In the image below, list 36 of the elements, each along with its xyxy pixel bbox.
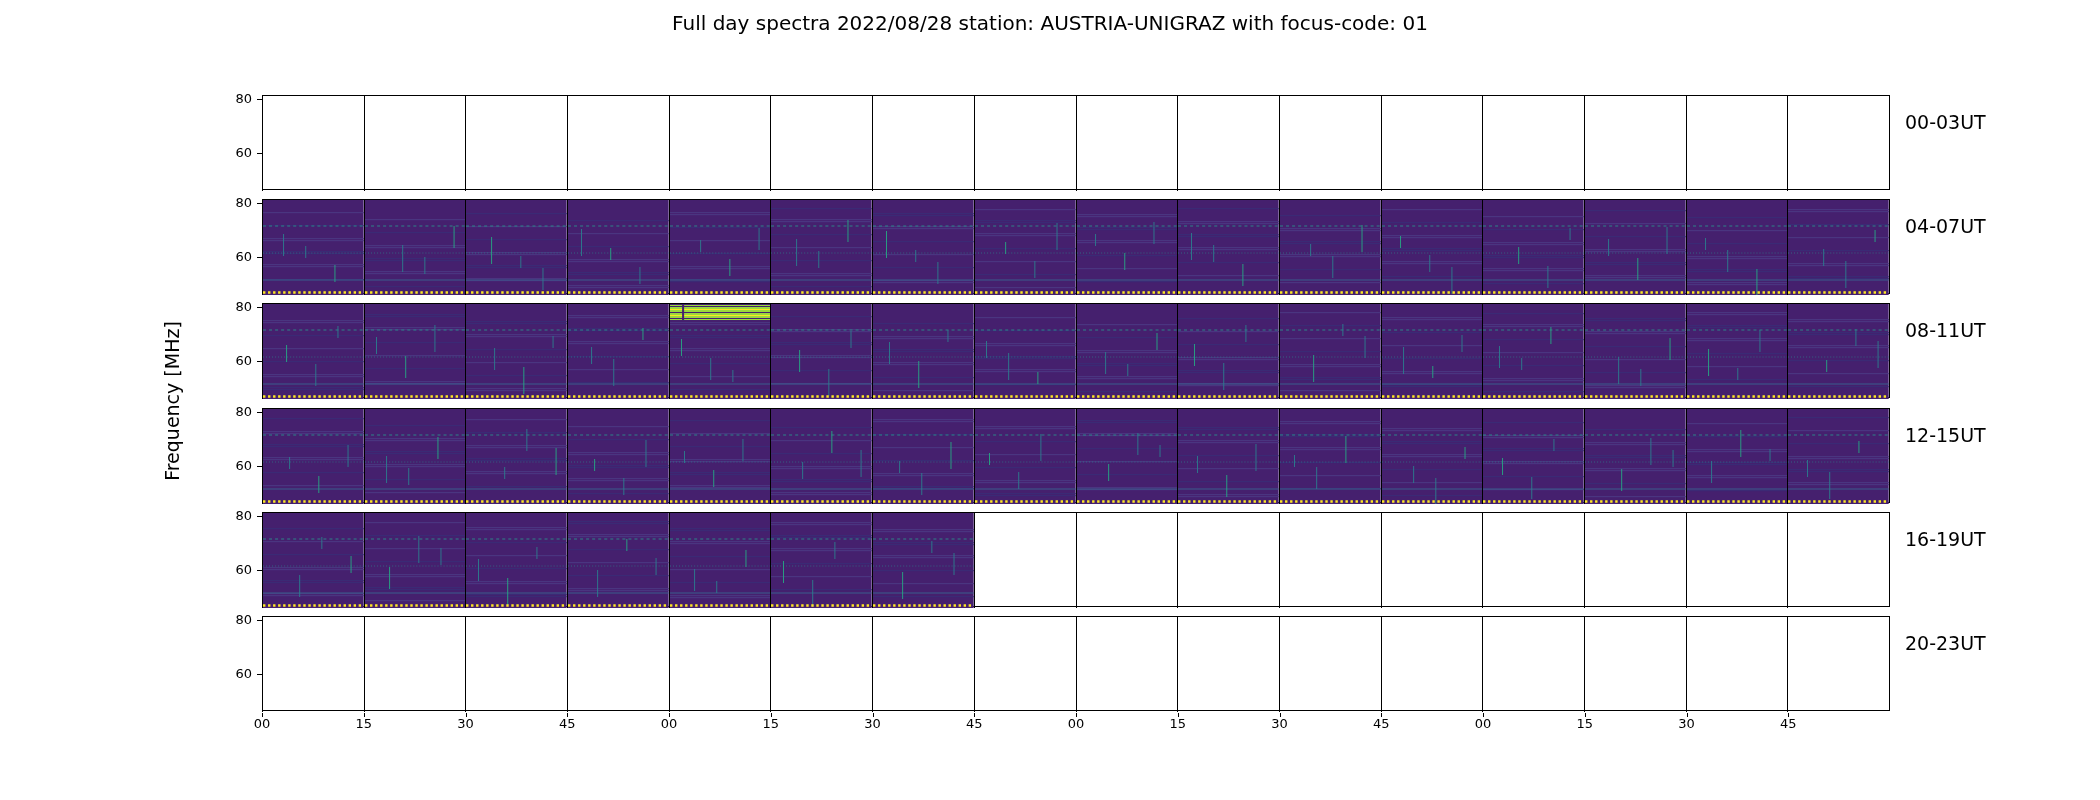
y-tick-label: 60 — [235, 250, 252, 265]
x-tick-label: 45 — [966, 715, 983, 731]
x-tick-label: 30 — [457, 715, 474, 731]
x-tick-label: 00 — [1067, 715, 1085, 731]
y-axis-label: Frequency [MHz] — [161, 320, 184, 481]
row-label: 12-15UT — [1905, 423, 1986, 446]
y-tick-label: 60 — [235, 666, 252, 681]
row-label: 04-07UT — [1905, 215, 1986, 238]
y-tick-label: 80 — [235, 92, 252, 106]
y-tick-label: 60 — [235, 146, 252, 160]
y-tick-label: 80 — [235, 196, 252, 211]
x-tick-label: 00 — [660, 715, 678, 731]
row-label: 16-19UT — [1905, 527, 1986, 550]
y-tick-label: 60 — [235, 458, 252, 473]
row-label: 20-23UT — [1905, 631, 1986, 654]
x-tick-label: 30 — [1271, 715, 1288, 731]
y-tick-label: 60 — [235, 354, 252, 369]
y-tick-label: 60 — [235, 562, 252, 577]
x-tick-label: 15 — [355, 715, 372, 731]
row-label: 00-03UT — [1905, 111, 1986, 133]
x-tick-label: 15 — [1576, 715, 1593, 731]
y-tick-label: 80 — [235, 300, 252, 315]
y-tick-label: 80 — [235, 404, 252, 419]
x-tick-label: 45 — [559, 715, 576, 731]
chart-title: Full day spectra 2022/08/28 station: AUSTRIA-UNIGRAZ with focus-code: 01 — [672, 10, 1428, 37]
x-tick-label: 45 — [1373, 715, 1390, 731]
x-tick-label: 15 — [1169, 715, 1186, 731]
x-tick-label: 15 — [762, 715, 779, 731]
y-tick-label: 80 — [235, 612, 252, 627]
x-tick-label: 00 — [253, 715, 271, 731]
x-tick-label: 45 — [1780, 715, 1797, 731]
x-tick-label: 00 — [1474, 715, 1492, 731]
x-tick-label: 30 — [864, 715, 881, 731]
y-tick-label: 80 — [235, 508, 252, 523]
row-label: 08-11UT — [1905, 319, 1986, 342]
x-tick-label: 30 — [1678, 715, 1695, 731]
